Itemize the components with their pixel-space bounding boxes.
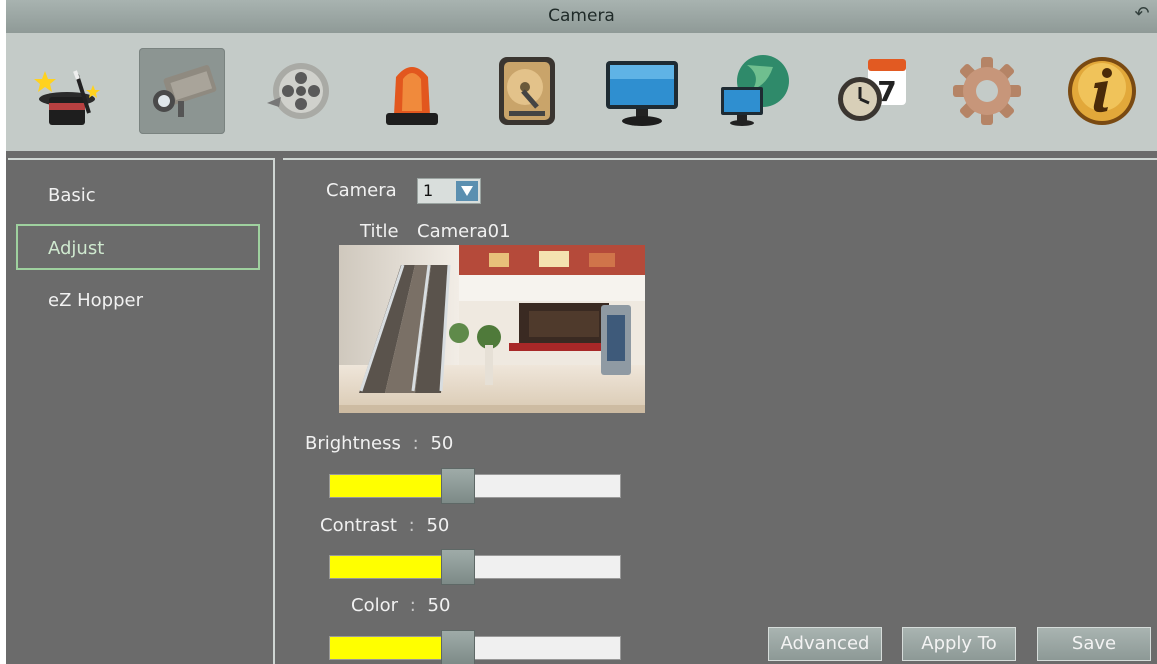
toolbar-storage-button[interactable]	[484, 48, 570, 134]
sidebar-item-label: Adjust	[48, 238, 105, 259]
sidebar-item-basic[interactable]: Basic	[16, 173, 260, 219]
contrast-label: Contrast : 50	[320, 515, 449, 536]
record-icon	[267, 63, 329, 119]
sidebar: Basic Adjust eZ Hopper	[8, 158, 275, 664]
brightness-value: 50	[430, 433, 454, 454]
wizard-icon	[34, 70, 100, 125]
brightness-label: Brightness : 50	[305, 433, 453, 454]
window-title: Camera	[548, 6, 615, 26]
camera-icon	[153, 65, 217, 117]
contrast-slider-handle[interactable]	[440, 549, 475, 585]
schedule-icon: 7	[838, 59, 906, 121]
back-arrow-icon[interactable]: ↶	[1131, 3, 1153, 25]
contrast-value: 50	[426, 515, 450, 536]
camera-select-value: 1	[423, 181, 434, 200]
toolbar-camera-button[interactable]	[139, 48, 225, 134]
toolbar-schedule-button[interactable]: 7	[829, 48, 915, 134]
color-label: Color : 50	[351, 595, 450, 616]
settings-icon	[953, 57, 1021, 125]
toolbar-info-button[interactable]	[1059, 48, 1145, 134]
color-slider-handle[interactable]	[440, 630, 475, 664]
title-label: Title	[360, 221, 399, 242]
brightness-separator: :	[412, 433, 419, 454]
brightness-slider-handle[interactable]	[440, 468, 475, 504]
camera-select[interactable]: 1	[417, 178, 481, 204]
contrast-slider-fill	[330, 556, 458, 578]
main-toolbar: 7	[6, 33, 1157, 151]
brightness-slider[interactable]	[329, 468, 621, 504]
toolbar-network-button[interactable]	[714, 48, 800, 134]
title-bar: Camera ↶	[6, 0, 1157, 33]
toolbar-alarm-button[interactable]	[369, 48, 455, 134]
camera-preview-image	[339, 245, 645, 413]
apply-to-button[interactable]: Apply To	[902, 627, 1016, 661]
sidebar-item-label: eZ Hopper	[48, 290, 144, 311]
brightness-slider-fill	[330, 475, 458, 497]
contrast-label-text: Contrast	[320, 515, 397, 536]
color-slider-fill	[330, 637, 458, 659]
storage-icon	[499, 57, 555, 125]
contrast-slider[interactable]	[329, 549, 621, 585]
camera-settings-window: Camera ↶ 7 Basic Adjust eZ Hopper Camera…	[6, 0, 1157, 664]
color-value: 50	[427, 595, 451, 616]
network-icon	[721, 55, 789, 126]
display-icon	[606, 61, 678, 126]
toolbar-display-button[interactable]	[599, 48, 685, 134]
color-slider[interactable]	[329, 630, 621, 664]
sidebar-item-ez-hopper[interactable]: eZ Hopper	[16, 278, 260, 324]
toolbar-wizard-button[interactable]	[24, 48, 110, 134]
advanced-button[interactable]: Advanced	[768, 627, 882, 661]
title-value: Camera01	[417, 221, 511, 242]
adjust-panel: Camera 1 Title Camera01 Brightness: 50 …	[283, 158, 1157, 664]
contrast-separator: :	[408, 515, 415, 536]
chevron-down-icon[interactable]	[456, 181, 478, 201]
toolbar-settings-button[interactable]	[944, 48, 1030, 134]
color-label-text: Color	[351, 595, 398, 616]
info-icon	[1068, 57, 1136, 125]
sidebar-item-label: Basic	[48, 185, 96, 206]
brightness-label-text: Brightness	[305, 433, 401, 454]
color-separator: :	[409, 595, 416, 616]
alarm-icon	[386, 67, 438, 125]
sidebar-item-adjust[interactable]: Adjust	[16, 224, 260, 270]
save-button[interactable]: Save	[1037, 627, 1151, 661]
camera-label: Camera	[326, 180, 397, 201]
toolbar-record-button[interactable]	[254, 48, 340, 134]
